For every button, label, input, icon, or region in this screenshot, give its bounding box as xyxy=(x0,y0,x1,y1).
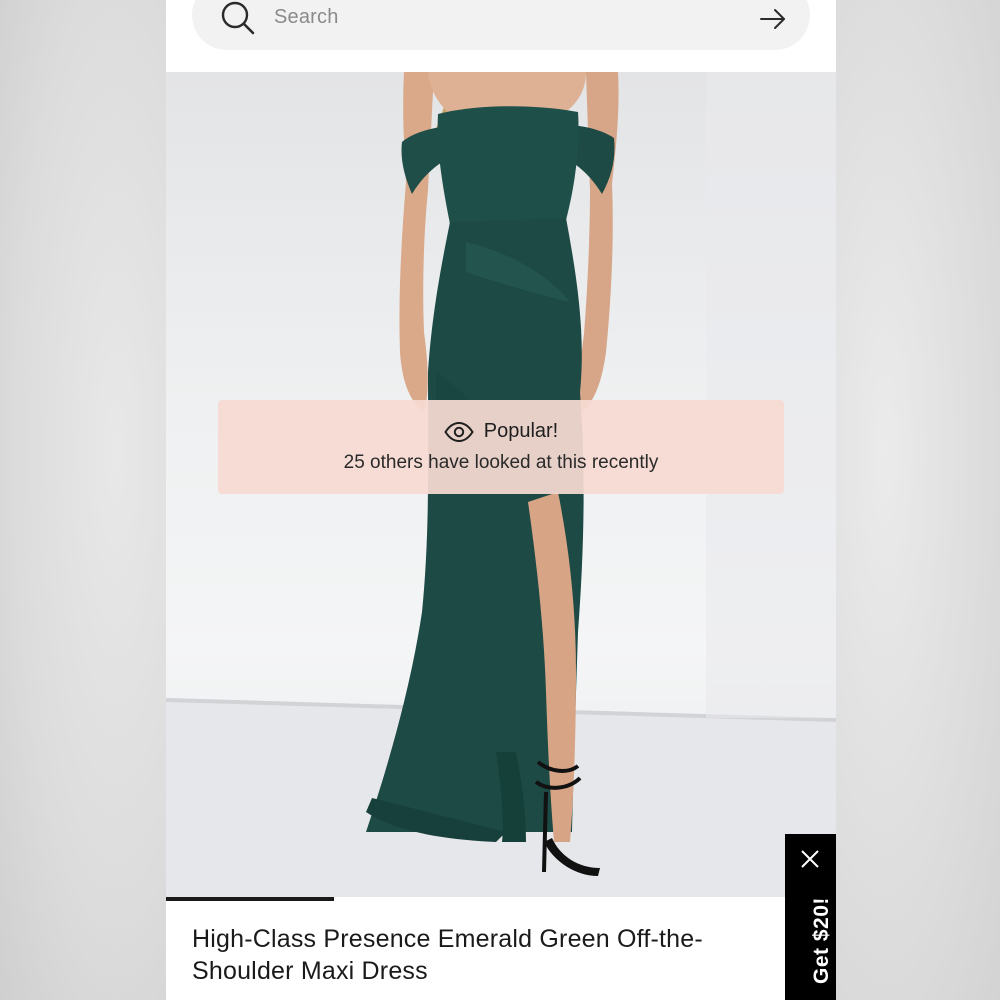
background-blur-right xyxy=(836,0,1000,1000)
eye-icon xyxy=(444,421,474,442)
search-input[interactable]: Search xyxy=(274,6,339,29)
search-bar[interactable]: Search xyxy=(192,0,810,50)
toast-title: Popular! xyxy=(483,420,559,442)
popular-toast: Popular! 25 others have looked at this r… xyxy=(218,400,784,494)
promo-tab[interactable]: Get $20! xyxy=(785,834,836,1000)
mobile-page: Search Popular! 25 others have looked at… xyxy=(166,0,836,1000)
search-icon[interactable] xyxy=(218,0,258,38)
arrow-right-icon[interactable] xyxy=(758,6,788,32)
screenshot-stage: Search Popular! 25 others have looked at… xyxy=(0,0,1000,1000)
background-blur-left xyxy=(0,0,166,1000)
toast-heading: Popular! xyxy=(218,420,784,443)
carousel-progress xyxy=(166,897,836,902)
carousel-progress-fill xyxy=(166,897,334,901)
toast-message: 25 others have looked at this recently xyxy=(343,452,659,473)
product-title: High-Class Presence Emerald Green Off-th… xyxy=(192,925,703,985)
promo-label[interactable]: Get $20! xyxy=(810,897,833,984)
close-icon[interactable] xyxy=(800,849,820,869)
